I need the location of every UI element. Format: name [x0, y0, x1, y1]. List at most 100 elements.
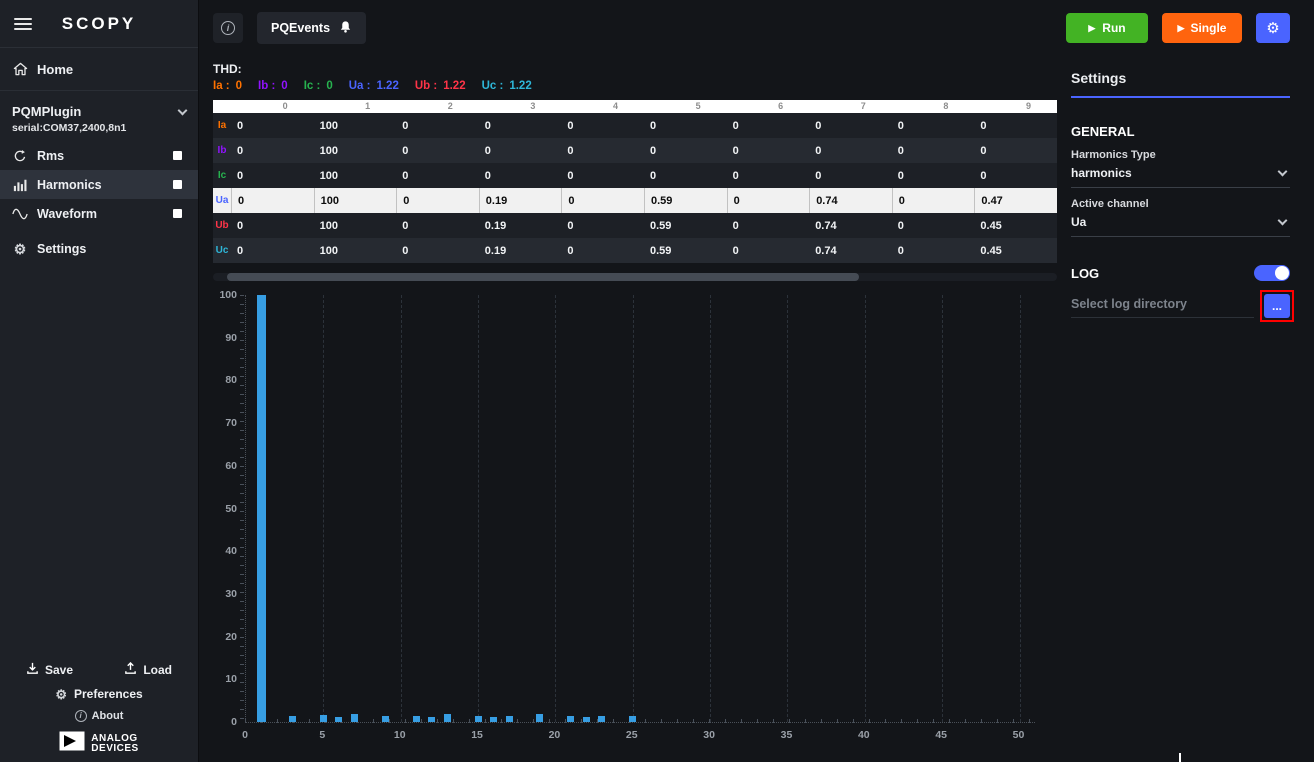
sidebar-item-home[interactable]: Home	[0, 52, 198, 86]
table-cell: 0	[561, 138, 644, 163]
waveform-run-indicator[interactable]	[173, 209, 182, 218]
table-row-Ia[interactable]: Ia010000000000	[213, 113, 1057, 138]
table-cell: 0.74	[809, 188, 892, 213]
harmonics-type-label: Harmonics Type	[1071, 149, 1290, 161]
table-cell: 0	[727, 113, 810, 138]
chart-gridline	[323, 295, 324, 722]
table-cell: 0	[644, 163, 727, 188]
table-header-cell: 1	[314, 100, 397, 113]
harmonics-type-value: harmonics	[1071, 166, 1132, 180]
table-row-label: Uc	[213, 238, 231, 263]
table-cell: 0.19	[479, 238, 562, 263]
sidebar-item-label: Rms	[37, 149, 64, 163]
chevron-down-icon	[178, 105, 188, 115]
harmonics-table-header: 0123456789	[213, 100, 1057, 113]
pqevents-button[interactable]: PQEvents	[257, 12, 366, 44]
chart-bar-h11	[413, 716, 420, 722]
table-row-label: Ic	[213, 163, 231, 188]
sidebar-item-harmonics[interactable]: Harmonics	[0, 170, 198, 199]
table-cell: 0	[396, 188, 479, 213]
sidebar-header: SCOPY	[0, 0, 198, 48]
thd-channel-readout: Ub :1.22	[415, 80, 466, 92]
log-directory-row: ...	[1071, 293, 1290, 318]
y-axis-label: 90	[213, 332, 237, 344]
sidebar-plugin-header[interactable]: PQMPlugin serial:COM37,2400,8n1	[0, 95, 198, 141]
instrument-info-button[interactable]: i	[213, 13, 243, 43]
table-cell: 0.59	[644, 213, 727, 238]
about-label: About	[92, 710, 124, 722]
y-axis-label: 20	[213, 631, 237, 643]
harmonics-run-indicator[interactable]	[173, 180, 182, 189]
x-axis-label: 20	[549, 729, 561, 741]
table-cell: 0	[561, 213, 644, 238]
y-axis-label: 40	[213, 545, 237, 557]
table-row-Ib[interactable]: Ib010000000000	[213, 138, 1057, 163]
chart-gridline	[633, 295, 634, 722]
single-button[interactable]: ▶ Single	[1162, 13, 1242, 43]
table-horizontal-scrollbar[interactable]	[213, 273, 1057, 281]
brand-line1: ANALOG	[91, 734, 138, 744]
plot-area[interactable]	[245, 295, 1035, 723]
chart-bar-h19	[536, 714, 543, 722]
sidebar-item-settings[interactable]: ⚙ Settings	[0, 234, 198, 263]
table-cell: 0	[561, 238, 644, 263]
table-cell: 0	[727, 163, 810, 188]
table-cell: 0	[231, 188, 314, 213]
settings-panel-title: Settings	[1071, 70, 1290, 98]
rms-run-indicator[interactable]	[173, 151, 182, 160]
about-button[interactable]: i About	[0, 710, 198, 722]
browse-directory-button[interactable]: ...	[1264, 294, 1290, 318]
table-cell: 100	[314, 113, 397, 138]
active-channel-dropdown[interactable]: Ua	[1071, 210, 1290, 237]
table-cell: 0.47	[974, 188, 1057, 213]
table-cell: 0.74	[809, 213, 892, 238]
x-axis-label: 25	[626, 729, 638, 741]
y-axis-label: 10	[213, 673, 237, 685]
scrollbar-thumb[interactable]	[227, 273, 859, 281]
chart-bar-h21	[567, 716, 574, 722]
x-axis-label: 45	[935, 729, 947, 741]
table-cell: 0	[892, 213, 975, 238]
instrument-settings-gear-button[interactable]: ⚙	[1256, 13, 1290, 43]
rms-icon	[12, 149, 28, 163]
chart-bar-h17	[506, 716, 513, 722]
sidebar-item-waveform[interactable]: Waveform	[0, 199, 198, 228]
table-row-Uc[interactable]: Uc010000.1900.5900.7400.45	[213, 238, 1057, 263]
y-axis-label: 60	[213, 460, 237, 472]
x-axis-label: 10	[394, 729, 406, 741]
run-button[interactable]: ▶ Run	[1066, 13, 1148, 43]
thd-channel-readout: Ic :0	[304, 80, 333, 92]
log-directory-input[interactable]	[1071, 293, 1254, 318]
log-toggle[interactable]	[1254, 265, 1290, 281]
main-area: i PQEvents ▶ Run ▶ Single ⚙	[199, 0, 1314, 762]
table-row-Ub[interactable]: Ub010000.1900.5900.7400.45	[213, 213, 1057, 238]
save-button[interactable]: Save	[26, 662, 73, 678]
table-cell: 0	[396, 238, 479, 263]
table-cell: 0	[396, 163, 479, 188]
table-row-Ic[interactable]: Ic010000000000	[213, 163, 1057, 188]
harmonics-type-field: Harmonics Type harmonics	[1071, 149, 1290, 188]
load-button[interactable]: Load	[124, 662, 172, 678]
log-section-header: LOG	[1071, 265, 1290, 281]
table-cell: 0.45	[974, 213, 1057, 238]
preferences-button[interactable]: ⚙ Preferences	[0, 687, 198, 701]
table-header-cell: 5	[644, 100, 727, 113]
table-cell: 0	[809, 113, 892, 138]
harmonics-table: 0123456789 Ia010000000000Ib010000000000I…	[213, 100, 1057, 263]
sidebar-item-rms[interactable]: Rms	[0, 141, 198, 170]
table-row-Ua[interactable]: Ua010000.1900.5900.7400.47	[213, 188, 1057, 213]
table-header-cell: 9	[974, 100, 1057, 113]
table-cell: 0	[231, 238, 314, 263]
run-label: Run	[1102, 21, 1125, 35]
thd-title: THD:	[213, 62, 1057, 76]
chart-bar-h23	[598, 716, 605, 722]
x-axis-label: 50	[1013, 729, 1025, 741]
chart-gridline	[942, 295, 943, 722]
harmonics-type-dropdown[interactable]: harmonics	[1071, 161, 1290, 188]
table-header-cell: 8	[892, 100, 975, 113]
menu-toggle-icon[interactable]	[14, 15, 32, 33]
active-channel-value: Ua	[1071, 215, 1086, 229]
table-cell: 0	[231, 213, 314, 238]
table-cell: 0	[479, 113, 562, 138]
bell-icon	[339, 20, 352, 37]
